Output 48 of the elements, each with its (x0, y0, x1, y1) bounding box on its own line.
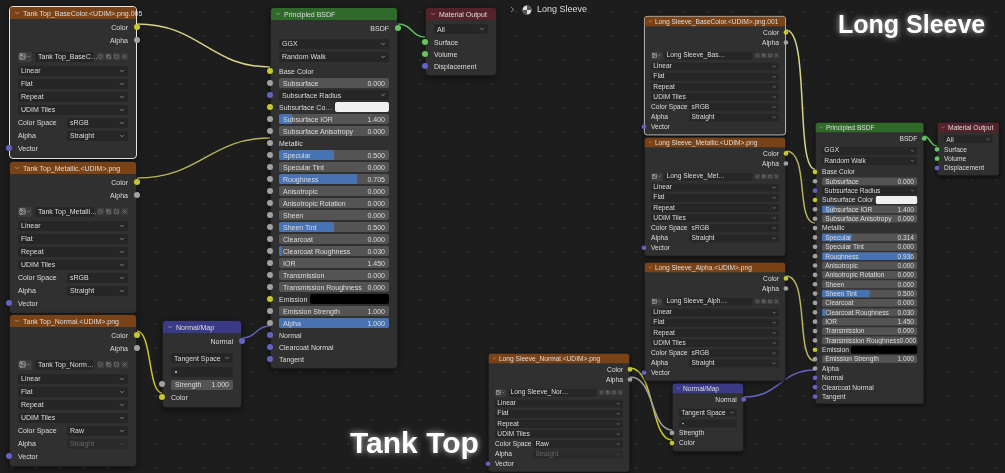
chevron-icon (26, 209, 31, 214)
color-swatch[interactable] (851, 345, 918, 354)
color-swatch[interactable] (875, 196, 918, 204)
uv-map-field[interactable] (679, 419, 737, 428)
image-browse-button[interactable] (651, 297, 662, 306)
chevron-icon (657, 53, 662, 58)
overlay-title: Long Sleeve (838, 9, 986, 40)
node-panel[interactable] (815, 122, 925, 405)
color-swatch[interactable] (335, 102, 389, 112)
chevron-icon (729, 410, 735, 415)
image-browse-button[interactable] (651, 51, 662, 60)
chevron-icon (985, 136, 991, 142)
node-panel[interactable] (270, 7, 398, 369)
image-icon (651, 173, 658, 180)
overlay-title: Tank Top (350, 425, 479, 461)
chevron-icon (657, 174, 662, 179)
image-icon (495, 389, 502, 396)
chevron-icon (479, 26, 485, 32)
chevron-icon (657, 299, 662, 304)
image-browse-button[interactable] (18, 359, 32, 370)
chevron-icon (26, 362, 31, 367)
image-browse-button[interactable] (18, 51, 32, 62)
image-browse-button[interactable] (18, 206, 32, 217)
node-link (397, 23, 426, 38)
uv-map-field[interactable] (171, 366, 233, 377)
node-link (241, 325, 271, 339)
image-icon (651, 52, 658, 59)
chevron-icon[interactable] (508, 5, 517, 15)
copy-icon[interactable] (605, 389, 611, 396)
node-link (136, 330, 163, 394)
chevron-icon (910, 188, 915, 193)
image-icon (19, 53, 26, 60)
material-sphere-icon (522, 4, 532, 15)
breadcrumb-label: Long Sleeve (537, 3, 588, 16)
image-browse-button[interactable] (495, 388, 506, 397)
image-icon (19, 361, 26, 368)
chevron-icon (501, 390, 506, 395)
chevron-icon (26, 54, 31, 59)
image-browse-button[interactable] (651, 172, 662, 181)
image-icon (651, 298, 658, 305)
chevron-icon (380, 92, 386, 98)
copy-icon[interactable] (761, 298, 767, 305)
color-swatch[interactable] (310, 294, 389, 304)
image-icon (19, 208, 26, 215)
copy-icon[interactable] (761, 52, 767, 59)
copy-icon[interactable] (761, 173, 767, 180)
chevron-icon (224, 355, 230, 361)
chevron-icon[interactable] (430, 11, 436, 17)
